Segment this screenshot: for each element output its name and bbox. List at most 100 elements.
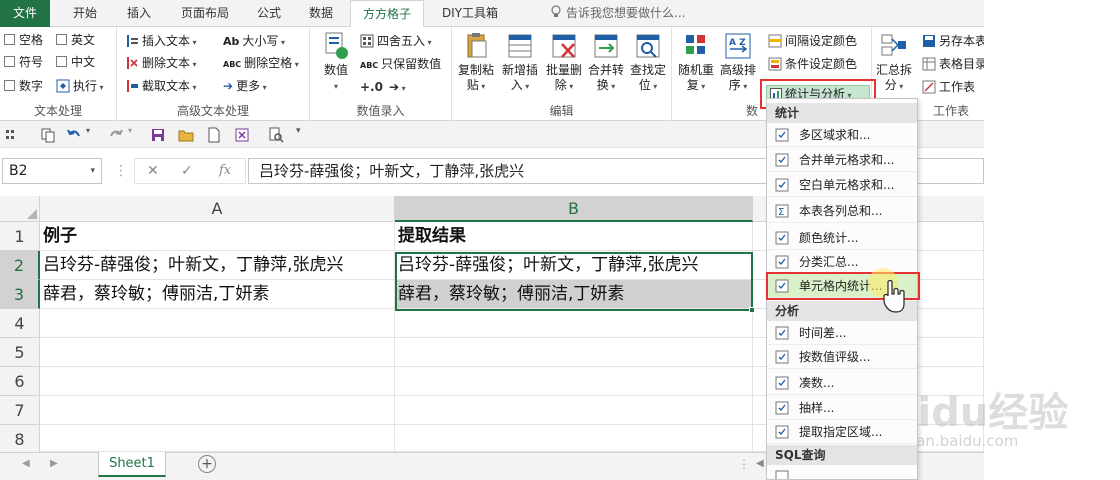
cancel-formula-icon[interactable]: ✕ (147, 159, 159, 183)
checkbox-number[interactable]: 数字 (4, 76, 43, 96)
grid-select-icon[interactable] (4, 127, 20, 143)
extract-text-button[interactable]: 截取文本 ▾ (125, 76, 197, 96)
add-sheet-icon[interactable]: + (198, 455, 216, 473)
save-icon[interactable] (150, 127, 166, 143)
execute-button[interactable]: 执行 ▾ (56, 76, 104, 96)
cell-b2[interactable]: 吕玲芬-薛强俊；叶新文，丁静萍,张虎兴 (395, 251, 753, 280)
menu-item-extract-range[interactable]: 提取指定区域... (767, 420, 917, 444)
cell-b5[interactable] (395, 338, 753, 367)
delete-text-button[interactable]: 删除文本 ▾ (125, 53, 197, 73)
menu-item-blank-cell-sum[interactable]: 空白单元格求和... (767, 173, 917, 197)
cell-b7[interactable] (395, 396, 753, 425)
table-directory-button[interactable]: 表格目录 (922, 54, 987, 74)
copy-paste-button[interactable]: 复制粘贴 ▾ (454, 31, 498, 94)
condition-color-button[interactable]: 条件设定颜色 (768, 54, 857, 74)
column-header-b[interactable]: B (395, 196, 753, 222)
row-header-7[interactable]: 7 (0, 396, 40, 425)
random-repeat-button[interactable]: 随机重复 ▾ (674, 31, 718, 94)
row-header-6[interactable]: 6 (0, 367, 40, 396)
tab-diy-toolbox[interactable]: DIY工具箱 (430, 0, 510, 27)
column-header-a[interactable]: A (40, 196, 395, 222)
sheet-tab-sheet1[interactable]: Sheet1 (98, 452, 166, 477)
chevron-down-icon[interactable]: ▾ (86, 126, 90, 135)
row-header-8[interactable]: 8 (0, 425, 40, 454)
cell-a3[interactable]: 薛君，蔡玲敏；傅丽洁,丁妍素 (40, 280, 395, 309)
insert-function-icon[interactable]: fx (219, 159, 231, 183)
number-button[interactable]: 数值 ▾ (314, 31, 358, 94)
insert-new-button[interactable]: 新增插入 ▾ (498, 31, 542, 94)
merge-convert-button[interactable]: 合并转换 ▾ (584, 31, 628, 94)
menu-item-merged-cell-sum[interactable]: 合并单元格求和... (767, 148, 917, 172)
checkbox-english[interactable]: 英文 (56, 30, 95, 50)
case-button[interactable]: Ab 大小写 ▾ (223, 31, 285, 51)
menu-item-subtotal[interactable]: 分类汇总... (767, 250, 917, 274)
undo-icon[interactable] (66, 127, 82, 143)
chevron-down-icon[interactable]: ▾ (90, 159, 95, 183)
tab-home[interactable]: 开始 (60, 0, 110, 27)
checkbox-chinese[interactable]: 中文 (56, 52, 95, 72)
tab-data[interactable]: 数据 (298, 0, 344, 27)
worksheet-button[interactable]: 工作表 (922, 77, 975, 97)
menu-item-color-stats[interactable]: 颜色统计... (767, 226, 917, 250)
menu-item-sql-query[interactable] (767, 465, 917, 479)
row-header-2[interactable]: 2 (0, 251, 40, 280)
number-more-button[interactable]: +.0 ➔ ▾ (360, 77, 406, 97)
tab-insert[interactable]: 插入 (114, 0, 164, 27)
chevron-down-icon[interactable]: ▾ (128, 126, 132, 135)
cell-a2[interactable]: 吕玲芬-薛强俊；叶新文，丁静萍,张虎兴 (40, 251, 395, 280)
cell-b4[interactable] (395, 309, 753, 338)
cell-a6[interactable] (40, 367, 395, 396)
select-all-corner[interactable] (0, 196, 40, 222)
round-button[interactable]: 四舍五入 ▾ (360, 31, 432, 51)
print-preview-icon[interactable] (268, 127, 284, 143)
new-file-icon[interactable] (206, 127, 222, 143)
confirm-formula-icon[interactable]: ✓ (181, 159, 193, 183)
tab-fangfang-gezi[interactable]: 方方格子 (350, 0, 424, 28)
open-folder-icon[interactable] (178, 127, 194, 143)
customize-toolbar-icon[interactable]: ▾ (296, 126, 301, 136)
cell-a8[interactable] (40, 425, 395, 452)
name-box[interactable]: B2 ▾ (2, 158, 102, 184)
cell-b1[interactable]: 提取结果 (395, 222, 753, 251)
menu-item-column-totals[interactable]: Σ 本表各列总和... (767, 199, 917, 223)
interval-color-button[interactable]: 间隔设定颜色 (768, 31, 857, 51)
menu-item-multi-area-sum[interactable]: 多区域求和... (767, 123, 917, 147)
prev-sheet-icon[interactable]: ◀ (22, 458, 30, 469)
tab-splitter-icon[interactable]: ⋮ (738, 457, 750, 471)
tab-file[interactable]: 文件 (0, 0, 50, 27)
tab-formulas[interactable]: 公式 (246, 0, 292, 27)
redo-icon[interactable] (108, 127, 124, 143)
remove-space-button[interactable]: ABC 删除空格 ▾ (223, 53, 299, 73)
copy-format-icon[interactable] (40, 127, 56, 143)
cell-b8[interactable] (395, 425, 753, 452)
cell-b3[interactable]: 薛君，蔡玲敏；傅丽洁,丁妍素 (395, 280, 753, 309)
summary-split-button[interactable]: 汇总拆分 ▾ (872, 31, 916, 94)
checkbox-space[interactable]: 空格 (4, 30, 43, 50)
cell-b6[interactable] (395, 367, 753, 396)
row-header-1[interactable]: 1 (0, 222, 40, 251)
next-sheet-icon[interactable]: ▶ (50, 458, 58, 469)
row-header-5[interactable]: 5 (0, 338, 40, 367)
tab-page-layout[interactable]: 页面布局 (170, 0, 240, 27)
cell-a7[interactable] (40, 396, 395, 425)
batch-delete-button[interactable]: 批量删除 ▾ (542, 31, 586, 94)
close-file-icon[interactable] (234, 127, 250, 143)
more-button[interactable]: ➔ 更多 ▾ (223, 76, 267, 96)
keep-value-button[interactable]: ABC 只保留数值 (360, 54, 441, 74)
cell-a1[interactable]: 例子 (40, 222, 395, 251)
checkbox-symbol[interactable]: 符号 (4, 52, 43, 72)
find-locate-button[interactable]: 查找定位 ▾ (626, 31, 670, 94)
cell-a5[interactable] (40, 338, 395, 367)
menu-item-time-diff[interactable]: 时间差... (767, 321, 917, 345)
menu-item-make-sum[interactable]: 凑数... (767, 371, 917, 395)
row-header-4[interactable]: 4 (0, 309, 40, 338)
scroll-left-icon[interactable]: ◀ (756, 458, 764, 469)
advanced-sort-button[interactable]: A Z 高级排序 ▾ (716, 31, 760, 94)
menu-item-sampling[interactable]: 抽样... (767, 396, 917, 420)
menu-item-value-rating[interactable]: 按数值评级... (767, 345, 917, 369)
cell-a4[interactable] (40, 309, 395, 338)
save-sheet-button[interactable]: 另存本表 (922, 31, 987, 51)
row-header-3[interactable]: 3 (0, 280, 40, 309)
insert-text-button[interactable]: 插入文本 ▾ (125, 31, 197, 51)
tell-me-search[interactable]: 告诉我您想要做什么... (550, 0, 685, 27)
